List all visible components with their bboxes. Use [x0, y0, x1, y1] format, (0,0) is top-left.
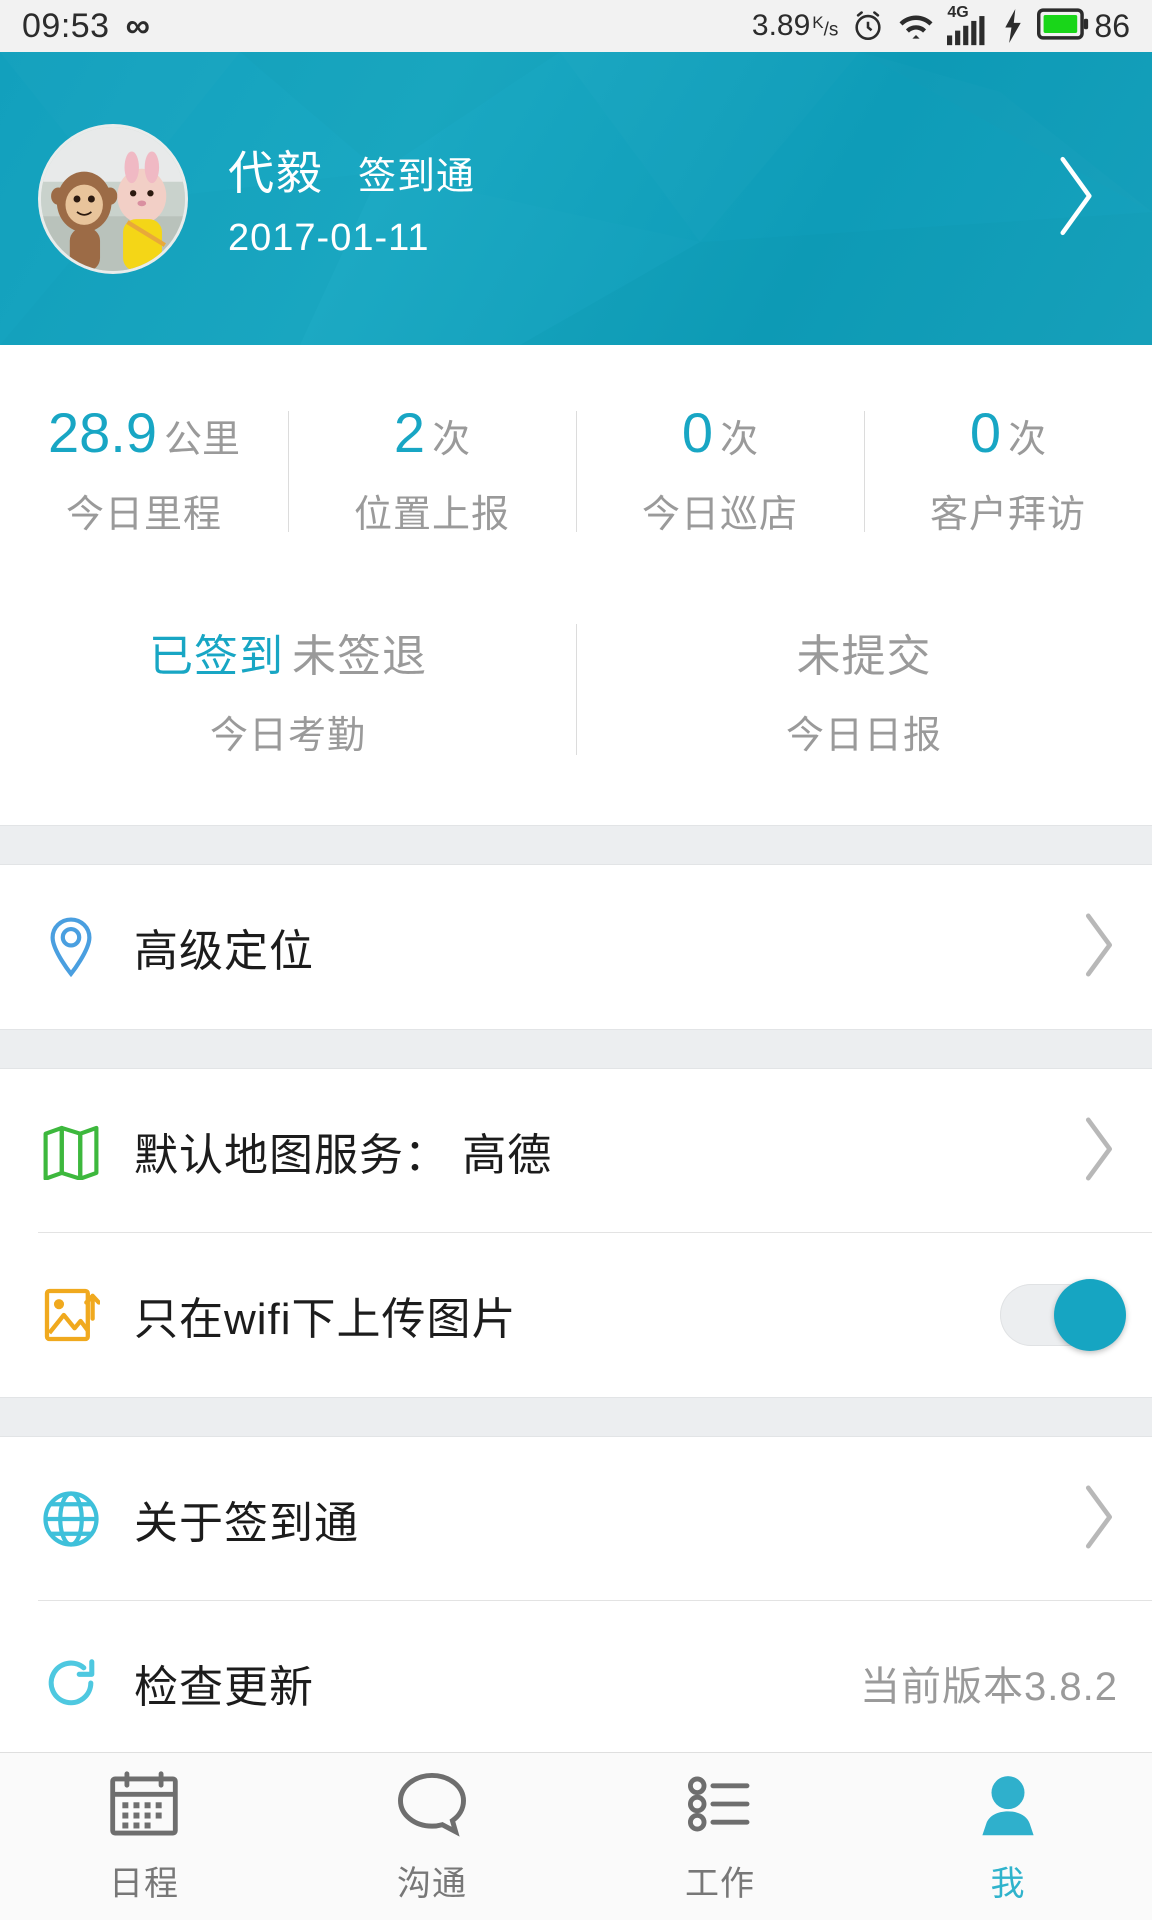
toggle-knob — [1054, 1279, 1126, 1351]
image-upload-icon — [38, 1285, 104, 1345]
signal-bars-icon: 4G — [947, 4, 989, 46]
stat-item[interactable]: 2 次 位置上报 — [288, 405, 576, 538]
task-list-icon — [683, 1769, 757, 1844]
settings-row-advanced-location[interactable]: 高级定位 — [0, 865, 1152, 1029]
settings-label: 高级定位 — [134, 927, 314, 976]
daily-report-status: 未提交 — [796, 632, 932, 681]
current-version-text: 当前版本3.8.2 — [860, 1665, 1118, 1709]
network-speed-value: 3.89 — [751, 9, 811, 42]
stat-label: 客户拜访 — [929, 494, 1086, 536]
settings-label: 默认地图服务： 高德 — [134, 1131, 553, 1180]
alarm-clock-icon — [851, 9, 885, 43]
settings-row-wifi-upload[interactable]: 只在wifi下上传图片 — [0, 1233, 1152, 1397]
settings-row-default-map[interactable]: 默认地图服务： 高德 — [0, 1069, 1152, 1233]
wifi-icon — [898, 9, 934, 43]
attendance-item[interactable]: 已签到 未签退 今日考勤 — [0, 620, 576, 759]
network-speed: 3.89 K/s — [752, 9, 839, 43]
stat-label: 位置上报 — [353, 494, 510, 536]
chevron-right-icon[interactable] — [1078, 1482, 1118, 1557]
summary-card: 28.9 公里 今日里程 2 次 位置上报 0 次 今日巡店 0 次 客户拜访 … — [0, 345, 1152, 825]
app-screen: 09:53 ∞ 3.89 K/s 4G 86 代毅 签到通 2017-01-11… — [0, 0, 1152, 1920]
section-divider — [0, 1029, 1152, 1069]
settings-row-right: 当前版本3.8.2 — [860, 1654, 1118, 1712]
map-icon — [38, 1122, 104, 1180]
attendance-row: 已签到 未签退 今日考勤 未提交 今日日报 — [0, 590, 1152, 825]
attendance-checked-in: 已签到 — [149, 632, 284, 681]
avatar[interactable] — [38, 123, 188, 274]
location-pin-icon — [38, 916, 104, 978]
chevron-right-icon[interactable] — [1078, 1114, 1118, 1189]
settings-group-location: 高级定位 — [0, 865, 1152, 1029]
globe-icon — [38, 1489, 104, 1549]
avatar-photo — [41, 126, 185, 271]
stat-unit: 次 — [720, 419, 759, 461]
header-date: 2017-01-11 — [228, 217, 430, 259]
network-speed-unit: K/s — [812, 12, 839, 40]
bottom-tab-bar: 日程 沟通 工作 我 — [0, 1752, 1152, 1920]
network-type-label: 4G — [947, 4, 969, 21]
settings-label: 关于签到通 — [134, 1499, 359, 1548]
status-bar-right: 3.89 K/s 4G 86 — [752, 4, 1130, 46]
profile-header[interactable]: 代毅 签到通 2017-01-11 — [0, 52, 1152, 345]
wifi-upload-toggle[interactable] — [1000, 1279, 1126, 1351]
chevron-right-icon[interactable] — [1050, 151, 1100, 246]
stat-unit: 次 — [1008, 419, 1047, 461]
stat-label: 今日里程 — [65, 494, 222, 536]
stat-value: 0 — [681, 401, 714, 464]
settings-row-check-update[interactable]: 检查更新 当前版本3.8.2 — [0, 1601, 1152, 1765]
user-name: 代毅 — [228, 147, 324, 199]
tab-schedule[interactable]: 日程 — [0, 1753, 288, 1920]
tab-work[interactable]: 工作 — [576, 1753, 864, 1920]
attendance-label: 今日考勤 — [209, 715, 366, 757]
stat-value: 28.9 — [47, 401, 157, 464]
settings-row-about[interactable]: 关于签到通 — [0, 1437, 1152, 1601]
stat-item[interactable]: 0 次 客户拜访 — [864, 405, 1152, 538]
settings-row-right — [1072, 910, 1118, 985]
tab-label: 日程 — [109, 1864, 179, 1903]
tab-label: 工作 — [685, 1864, 755, 1903]
charging-bolt-icon — [1002, 9, 1024, 43]
attendance-checked-out: 未签退 — [292, 632, 427, 681]
stat-unit: 公里 — [163, 419, 240, 461]
status-bar-time: 09:53 — [22, 6, 110, 45]
settings-label: 只在wifi下上传图片 — [134, 1295, 517, 1344]
chat-bubble-icon — [394, 1769, 470, 1844]
stat-item[interactable]: 28.9 公里 今日里程 — [0, 405, 288, 538]
infinity-icon: ∞ — [125, 6, 150, 45]
chevron-right-icon[interactable] — [1078, 910, 1118, 985]
tab-profile[interactable]: 我 — [864, 1753, 1152, 1920]
settings-row-right — [1072, 1114, 1118, 1189]
settings-group-about: 关于签到通 检查更新 当前版本3.8.2 — [0, 1437, 1152, 1765]
tab-communication[interactable]: 沟通 — [288, 1753, 576, 1920]
stats-row: 28.9 公里 今日里程 2 次 位置上报 0 次 今日巡店 0 次 客户拜访 — [0, 345, 1152, 590]
battery-status: 86 — [1037, 8, 1130, 45]
header-text: 代毅 签到通 2017-01-11 — [228, 137, 475, 260]
stat-value: 2 — [393, 401, 426, 464]
settings-label: 检查更新 — [134, 1663, 314, 1712]
stat-value: 0 — [969, 401, 1002, 464]
tab-label: 我 — [990, 1864, 1026, 1903]
section-divider — [0, 1397, 1152, 1437]
settings-row-right — [1072, 1482, 1118, 1557]
refresh-icon — [38, 1654, 104, 1712]
stat-unit: 次 — [432, 419, 471, 461]
status-bar: 09:53 ∞ 3.89 K/s 4G 86 — [0, 0, 1152, 52]
tab-label: 沟通 — [397, 1864, 467, 1903]
battery-level: 86 — [1094, 7, 1130, 44]
person-icon — [971, 1769, 1045, 1844]
battery-icon — [1037, 7, 1089, 45]
settings-row-right — [1000, 1279, 1126, 1351]
daily-report-item[interactable]: 未提交 今日日报 — [576, 620, 1152, 759]
stat-item[interactable]: 0 次 今日巡店 — [576, 405, 864, 538]
daily-report-label: 今日日报 — [785, 715, 942, 757]
section-divider — [0, 825, 1152, 865]
calendar-icon — [107, 1769, 181, 1844]
stat-label: 今日巡店 — [641, 494, 798, 536]
app-name: 签到通 — [358, 156, 476, 198]
settings-group-map: 默认地图服务： 高德 只在wifi下上传图片 — [0, 1069, 1152, 1397]
